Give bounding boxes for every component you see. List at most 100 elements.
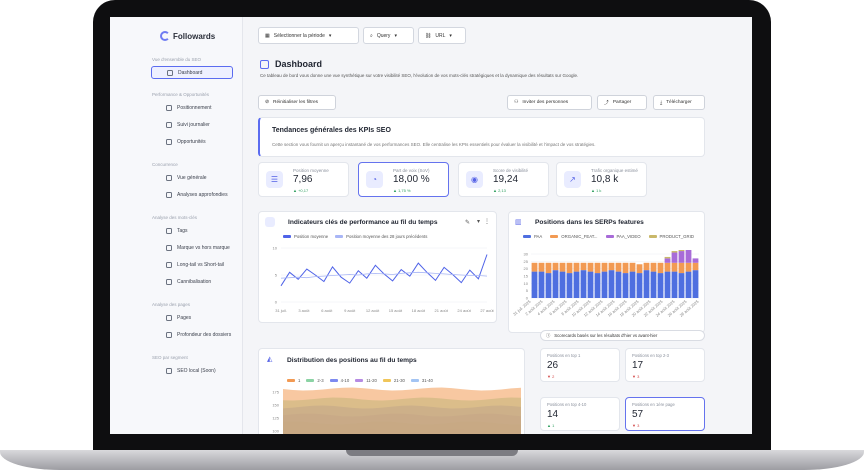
kpi-card[interactable]: ◔ Part de voix (SoV) 18,00 % ▲ 1,75 % bbox=[358, 162, 449, 197]
chevron-down-icon[interactable]: ▾ bbox=[477, 218, 480, 225]
kpi-card[interactable]: ↗ Trafic organique estimé 10,8 k ▲ 1 k bbox=[556, 162, 647, 197]
sidebar-item-pages[interactable]: Pages bbox=[166, 315, 191, 321]
sidebar-item-marque-vs-hors-marque[interactable]: Marque vs hors marque bbox=[166, 245, 230, 251]
bar-segment bbox=[692, 258, 699, 263]
filter-off-icon: ⊘ bbox=[265, 100, 270, 105]
sidebar-item-analyses-approfondies[interactable]: Analyses approfondies bbox=[166, 192, 228, 198]
y-tick-label: 5 bbox=[275, 273, 278, 278]
query-select[interactable]: ⌕ Query ▾ bbox=[363, 27, 414, 44]
scorecard[interactable]: Positions en 1ère page 57 ▼ 3 bbox=[625, 397, 705, 431]
legend-item: 1 bbox=[287, 378, 300, 383]
kpi-label: Position moyenne bbox=[293, 168, 329, 173]
y-tick-label: 25 bbox=[524, 259, 529, 264]
dashboard-icon bbox=[260, 59, 269, 69]
more-icon[interactable]: ⋮ bbox=[484, 218, 490, 225]
scorecard[interactable]: Positions en top 4-10 14 ▲ 1 bbox=[540, 397, 620, 431]
series-line bbox=[280, 254, 488, 287]
sidebar-item-vue-g-n-rale[interactable]: Vue générale bbox=[166, 175, 207, 181]
sidebar-item-seo-local-soon[interactable]: SEO local (Soon) bbox=[166, 368, 216, 374]
distribution-area-chart: 100 125 150 175 bbox=[272, 387, 521, 434]
sidebar-item-label: Dashboard bbox=[178, 69, 203, 76]
kpi-section-header: Tendances générales des KPIs SEO Cette s… bbox=[258, 117, 705, 157]
sidebar-item-tags[interactable]: Tags bbox=[166, 228, 188, 234]
reset-filters-button[interactable]: ⊘ Réinitialiser les filtres bbox=[258, 95, 336, 110]
scorecard-delta: ▼ 3 bbox=[632, 374, 640, 379]
bar-segment bbox=[580, 270, 587, 298]
share-button[interactable]: ⤴ Partager bbox=[597, 95, 647, 110]
invite-button[interactable]: ⚇ Inviter des personnes bbox=[507, 95, 592, 110]
period-select[interactable]: ▦ Sélectionner la période ▾ bbox=[258, 27, 359, 44]
sidebar-item-label: Analyses approfondies bbox=[177, 192, 228, 198]
kpi-value: 19,24 bbox=[493, 174, 519, 185]
legend-item: ORGANIC_FEAT... bbox=[550, 234, 598, 239]
distribution-chart-title: Distribution des positions au fil du tem… bbox=[287, 357, 417, 364]
sidebar-section-title: Concurrence bbox=[152, 162, 178, 167]
x-tick-label: 6 août bbox=[321, 308, 333, 313]
bar-segment bbox=[615, 262, 622, 272]
bar-segment bbox=[580, 262, 587, 271]
legend-swatch bbox=[410, 379, 419, 382]
bar-segment bbox=[573, 271, 580, 298]
bar-segment bbox=[685, 262, 692, 272]
sidebar-item-label: Positionnement bbox=[177, 105, 212, 111]
sidebar-item-cannibalisation[interactable]: Cannibalisation bbox=[166, 279, 211, 285]
bar-segment bbox=[594, 262, 601, 274]
url-select[interactable]: ⛓ URL ▾ bbox=[418, 27, 466, 44]
legend-label: 21-30 bbox=[393, 378, 405, 383]
kpi-card[interactable]: ◉ Score de visibilité 19,24 ▲ 2,13 bbox=[458, 162, 549, 197]
bar-segment bbox=[643, 262, 650, 271]
x-tick-label: 31 juil. bbox=[275, 308, 287, 313]
legend-swatch bbox=[382, 379, 391, 382]
y-tick-label: 100 bbox=[272, 429, 279, 434]
bar-segment bbox=[678, 251, 685, 263]
sidebar-item-label: Tags bbox=[177, 228, 188, 234]
chevron-down-icon: ▾ bbox=[328, 32, 332, 39]
bar-segment bbox=[678, 262, 685, 274]
legend-item: 31-40 bbox=[410, 378, 433, 383]
legend-label: 1 bbox=[298, 378, 301, 383]
x-tick-label: 18 août bbox=[412, 308, 426, 313]
sidebar-item-opportunit-s[interactable]: Opportunités bbox=[166, 139, 206, 145]
legend-label: ORGANIC_FEAT... bbox=[561, 234, 598, 239]
page-title: Dashboard bbox=[260, 59, 322, 69]
info-icon: ⓘ bbox=[546, 332, 551, 338]
y-tick-label: 5 bbox=[526, 288, 529, 293]
bar-chart-icon: ▥ bbox=[515, 219, 522, 226]
scorecard[interactable]: Positions en top 2-3 17 ▼ 3 bbox=[625, 348, 705, 382]
scorecard-delta: ▼ 2 bbox=[547, 374, 555, 379]
link-icon: ⛓ bbox=[425, 32, 432, 39]
legend-item: PAA_VIDEO bbox=[605, 234, 641, 239]
bar-segment bbox=[566, 273, 573, 298]
scorecard[interactable]: Positions en top 1 26 ▼ 2 bbox=[540, 348, 620, 382]
eye-icon: ◉ bbox=[466, 171, 483, 188]
sidebar-item-profondeur-des-dossiers[interactable]: Profondeur des dossiers bbox=[166, 332, 231, 338]
trend-icon bbox=[166, 122, 172, 128]
scorecard-delta: ▲ 1 bbox=[547, 423, 555, 428]
legend-swatch bbox=[605, 235, 614, 238]
sidebar-item-label: Long-tail vs Short-tail bbox=[177, 262, 224, 268]
sidebar-item-positionnement[interactable]: Positionnement bbox=[166, 105, 211, 111]
pin-icon bbox=[166, 368, 172, 374]
legend-item: PAA bbox=[523, 234, 542, 239]
y-tick-label: 10 bbox=[524, 281, 529, 286]
legend-swatch bbox=[335, 235, 344, 238]
serp-bar-chart: 05101520253031 juil. 20252 août 20254 ao… bbox=[512, 250, 700, 318]
sidebar-item-suivi-journalier[interactable]: Suivi journalier bbox=[166, 122, 210, 128]
kpi-line-chart: 0 5 10 31 juil. 3 août 6 août 9 août 12 août 15 … bbox=[273, 246, 495, 314]
bar-segment bbox=[545, 262, 552, 274]
scorecard-label: Positions en top 1 bbox=[547, 353, 581, 358]
bar-segment bbox=[664, 258, 671, 263]
logo[interactable]: Followards bbox=[160, 31, 215, 41]
kpi-card[interactable]: ☰ Position moyenne 7,96 ▲ +0,17 bbox=[258, 162, 349, 197]
page-description: Ce tableau de bord vous donne une vue sy… bbox=[260, 73, 579, 78]
x-tick-label: 9 août bbox=[344, 308, 356, 313]
bar-segment bbox=[629, 271, 636, 298]
scorecard-value: 57 bbox=[632, 409, 644, 420]
sidebar-item-dashboard[interactable]: Dashboard bbox=[151, 66, 233, 79]
download-button[interactable]: ⤓ Télécharger bbox=[653, 95, 705, 110]
kpi-delta: ▲ 1 k bbox=[591, 188, 602, 193]
sidebar-item-long-tail-vs-short-tail[interactable]: Long-tail vs Short-tail bbox=[166, 262, 224, 268]
legend-label: PAA bbox=[534, 234, 543, 239]
sidebar-section-title: SEO par segment bbox=[152, 355, 188, 360]
edit-icon[interactable]: ✎ bbox=[465, 219, 470, 226]
